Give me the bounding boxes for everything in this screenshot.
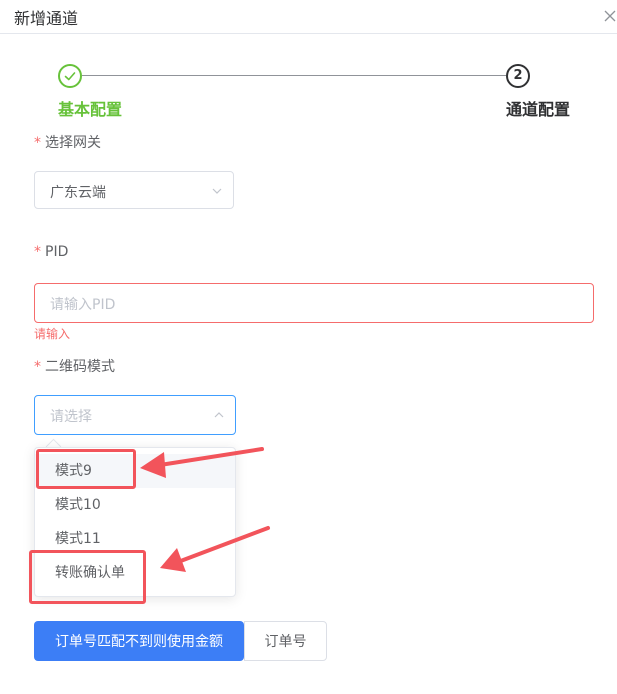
required-mark: * xyxy=(34,244,41,260)
qr-mode-select-placeholder: 请选择 xyxy=(50,409,92,425)
step-2-label: 通道配置 xyxy=(506,100,571,119)
step-2-circle: 2 xyxy=(506,64,530,88)
step-1-label: 基本配置 xyxy=(58,100,123,119)
header-divider xyxy=(0,33,617,34)
required-mark: * xyxy=(34,359,41,375)
qr-mode-label-text: 二维码模式 xyxy=(45,359,115,375)
check-icon xyxy=(64,72,76,81)
gateway-label: * 选择网关 xyxy=(34,132,101,152)
chevron-up-icon xyxy=(214,412,224,418)
steps-connector-line xyxy=(82,75,506,76)
gateway-label-text: 选择网关 xyxy=(45,135,101,151)
chevron-down-icon xyxy=(212,188,222,194)
pid-input-placeholder: 请输入PID xyxy=(50,297,116,313)
close-icon[interactable] xyxy=(603,9,617,23)
match-amount-button[interactable]: 订单号匹配不到则使用金额 xyxy=(34,621,244,661)
dropdown-option-mode-10[interactable]: 模式10 xyxy=(35,488,235,522)
pid-label: * PID xyxy=(34,244,68,260)
annotation-box-mode-9 xyxy=(36,449,136,489)
qr-mode-select[interactable]: 请选择 xyxy=(34,395,236,435)
annotation-box-transfer-confirmation xyxy=(29,550,146,604)
pid-input[interactable]: 请输入PID xyxy=(34,283,594,323)
dialog-title: 新增通道 xyxy=(14,9,79,28)
gateway-select[interactable]: 广东云端 xyxy=(34,171,234,209)
order-number-button[interactable]: 订单号 xyxy=(244,621,327,661)
pid-error-message: 请输入 xyxy=(34,327,71,341)
gateway-select-value: 广东云端 xyxy=(50,185,106,201)
required-mark: * xyxy=(34,135,41,151)
step-1-circle xyxy=(58,64,82,88)
qr-mode-label: * 二维码模式 xyxy=(34,356,115,376)
pid-label-text: PID xyxy=(45,244,69,260)
